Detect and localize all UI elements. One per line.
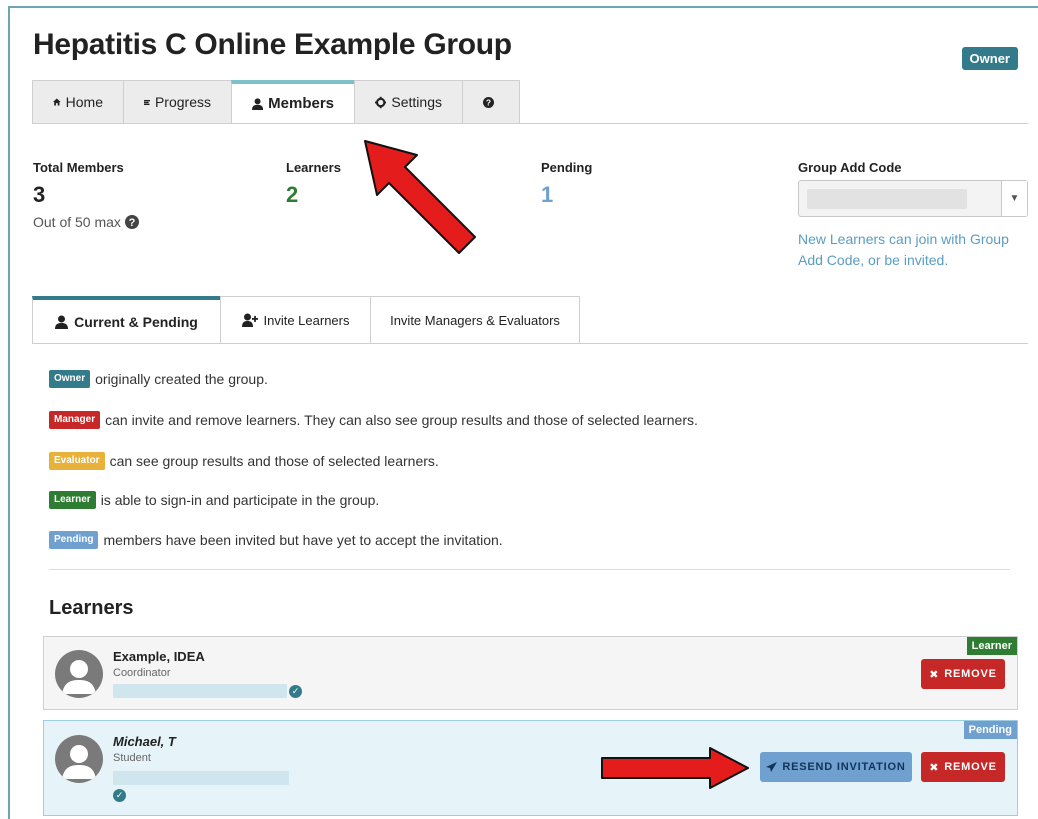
total-members-label: Total Members	[33, 160, 124, 175]
owner-badge: Owner	[49, 370, 91, 388]
legend-pending-text: members have been invited but have yet t…	[103, 532, 503, 548]
resend-invitation-button[interactable]: RESEND INVITATION	[760, 752, 912, 782]
pending-label: Pending	[541, 160, 593, 175]
subtab-invite-learners[interactable]: Invite Learners	[220, 296, 370, 344]
remove-button-label: REMOVE	[944, 668, 997, 680]
group-add-code-hint: New Learners can join with Group Add Cod…	[798, 231, 1009, 268]
tab-home-label: Home	[65, 94, 103, 110]
learner-email-redacted	[113, 771, 289, 785]
member-subtabs: Current & Pending Invite Learners Invite…	[32, 296, 580, 344]
evaluator-badge: Evaluator	[49, 452, 105, 470]
group-add-code-value-redacted	[807, 189, 967, 209]
learner-name: Michael, T	[113, 734, 176, 749]
subtab-invite-managers[interactable]: Invite Managers & Evaluators	[370, 296, 580, 344]
learners-value: 2	[286, 182, 299, 207]
chevron-down-icon[interactable]: ▼	[1001, 181, 1027, 216]
tab-progress[interactable]: Progress	[123, 80, 231, 124]
learners-section-title: Learners	[49, 597, 134, 619]
tab-home[interactable]: Home	[32, 80, 123, 124]
total-members-value: 3	[33, 182, 46, 207]
group-add-code-label: Group Add Code	[798, 160, 902, 175]
verified-check-icon: ✓	[113, 789, 126, 802]
subtab-divider	[32, 343, 1028, 344]
remove-button[interactable]: ✖ REMOVE	[921, 752, 1005, 782]
section-divider	[49, 569, 1010, 570]
tab-settings-label: Settings	[391, 94, 442, 110]
legend-manager: Manager can invite and remove learners. …	[49, 411, 698, 429]
subtab-invite-managers-label: Invite Managers & Evaluators	[390, 312, 560, 328]
legend-learner-text: is able to sign-in and participate in th…	[100, 492, 380, 508]
legend-learner: Learner is able to sign-in and participa…	[49, 491, 379, 509]
status-badge: Pending	[963, 721, 1017, 739]
remove-button-label: REMOVE	[944, 761, 997, 773]
help-icon[interactable]: ?	[124, 215, 139, 229]
status-badge: Learner	[966, 637, 1017, 655]
legend-pending: Pending members have been invited but ha…	[49, 531, 503, 549]
tab-members[interactable]: Members	[231, 80, 354, 124]
subtab-invite-learners-label: Invite Learners	[263, 312, 350, 328]
avatar	[55, 650, 103, 698]
learner-role: Student	[113, 752, 151, 764]
group-add-code-select[interactable]: ▼	[798, 180, 1028, 217]
legend-owner: Owner originally created the group.	[49, 370, 268, 388]
close-icon: ✖	[929, 668, 940, 681]
close-icon: ✖	[929, 761, 940, 774]
manager-badge: Manager	[49, 411, 101, 429]
avatar	[55, 735, 103, 783]
annotation-arrow-icon	[601, 747, 749, 789]
nav-divider	[32, 123, 1028, 124]
learner-name: Example, IDEA	[113, 649, 205, 664]
user-icon	[55, 315, 69, 329]
subtab-current-pending-label: Current & Pending	[74, 313, 198, 330]
tab-members-label: Members	[268, 95, 334, 112]
learner-email-redacted	[113, 684, 287, 698]
annotation-arrow-icon	[364, 140, 476, 254]
tab-help[interactable]: ?	[462, 80, 520, 124]
total-members-sub: Out of 50 max ?	[33, 214, 139, 230]
subtab-current-pending[interactable]: Current & Pending	[32, 296, 220, 344]
home-icon	[53, 98, 61, 106]
progress-icon	[144, 99, 150, 105]
send-icon	[766, 762, 778, 772]
tab-progress-label: Progress	[154, 94, 211, 110]
learner-badge: Learner	[49, 491, 96, 509]
help-icon: ?	[483, 96, 494, 108]
legend-evaluator-text: can see group results and those of selec…	[109, 453, 439, 469]
learners-label: Learners	[286, 160, 341, 175]
legend-evaluator: Evaluator can see group results and thos…	[49, 452, 439, 470]
learner-role: Coordinator	[113, 667, 171, 679]
legend-owner-text: originally created the group.	[95, 371, 268, 387]
total-members-sub-text: Out of 50 max	[33, 214, 121, 230]
pending-value: 1	[541, 182, 554, 207]
svg-text:?: ?	[129, 217, 136, 229]
user-icon	[252, 97, 264, 110]
owner-badge: Owner	[961, 47, 1018, 70]
main-nav: Home Progress Members Settings ?	[32, 80, 520, 124]
learner-card: Michael, T Student ✓ Pending RESEND INVI…	[43, 720, 1018, 816]
pending-badge: Pending	[49, 531, 99, 549]
page-title: Hepatitis C Online Example Group	[33, 28, 512, 61]
svg-text:?: ?	[486, 97, 491, 107]
user-plus-icon	[241, 313, 258, 327]
remove-button[interactable]: ✖ REMOVE	[921, 659, 1005, 689]
tab-settings[interactable]: Settings	[354, 80, 462, 124]
learner-card: Example, IDEA Coordinator ✓ Learner ✖ RE…	[43, 636, 1018, 710]
verified-check-icon: ✓	[289, 685, 302, 698]
gear-icon	[375, 96, 387, 108]
resend-invitation-label: RESEND INVITATION	[782, 761, 906, 773]
legend-manager-text: can invite and remove learners. They can…	[105, 412, 698, 428]
